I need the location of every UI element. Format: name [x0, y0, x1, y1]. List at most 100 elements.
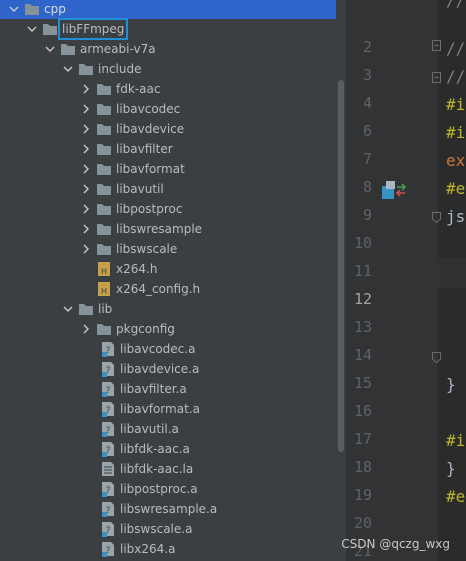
chevron-right-icon[interactable] — [80, 323, 92, 335]
header-file-icon: H — [96, 281, 112, 297]
chevron-down-icon[interactable] — [26, 23, 38, 35]
code-fragment: #i — [446, 431, 466, 450]
chevron-down-icon[interactable] — [8, 3, 20, 15]
tree-file-library[interactable]: ? libavutil.a — [0, 419, 336, 439]
tree-file-library[interactable]: ? libswscale.a — [0, 519, 336, 539]
tree-node-cpp[interactable]: cpp — [0, 0, 336, 19]
fold-marker-icon[interactable] — [432, 352, 441, 363]
unknown-file-icon: ? — [100, 381, 116, 397]
tree-file-library[interactable]: ? libswresample.a — [0, 499, 336, 519]
tree-node-include-dir[interactable]: libavformat — [0, 159, 336, 179]
tree-node-include-dir[interactable]: libswresample — [0, 219, 336, 239]
tree-node-include-dir[interactable]: libavutil — [0, 179, 336, 199]
unknown-file-icon: ? — [100, 541, 116, 557]
folder-icon — [96, 181, 112, 197]
tree-node-label: libswresample — [116, 222, 203, 236]
tree-node-include-dir[interactable]: libpostproc — [0, 199, 336, 219]
line-number: 10 — [353, 234, 372, 252]
line-number: 19 — [353, 486, 372, 504]
project-tree-panel: cpp libFFmpeg armeabi-v7a include fdk-aa… — [0, 0, 336, 561]
chevron-right-icon[interactable] — [80, 243, 92, 255]
tree-node-label: libavutil — [116, 182, 164, 196]
chevron-right-icon[interactable] — [80, 223, 92, 235]
tree-file-x264-h[interactable]: H x264.h — [0, 259, 336, 279]
line-number: 6 — [362, 122, 372, 140]
line-number: 3 — [362, 66, 372, 84]
folder-icon — [96, 321, 112, 337]
unknown-file-icon: ? — [100, 501, 116, 517]
chevron-right-icon[interactable] — [80, 83, 92, 95]
tree-file-x264-config-h[interactable]: H x264_config.h — [0, 279, 336, 299]
tree-node-label: libavdevice — [116, 122, 185, 136]
gutter-run-icon[interactable] — [380, 178, 407, 202]
tree-file-library[interactable]: ? libpostproc.a — [0, 479, 336, 499]
svg-text:H: H — [101, 267, 107, 276]
tree-node-label: libavcodec — [116, 102, 181, 116]
tree-node-include-dir[interactable]: libavdevice — [0, 119, 336, 139]
tree-node-include-dir[interactable]: fdk-aac — [0, 79, 336, 99]
fold-marker-icon[interactable] — [432, 72, 441, 83]
tree-node-label: libavformat.a — [120, 402, 200, 416]
line-number: 12 — [353, 290, 372, 308]
tree-node-armeabi[interactable]: armeabi-v7a — [0, 39, 336, 59]
folder-icon — [78, 61, 94, 77]
tree-file-library[interactable]: ? libavfilter.a — [0, 379, 336, 399]
folder-icon — [42, 21, 58, 37]
folder-icon — [96, 221, 112, 237]
tree-node-label: lib — [98, 302, 113, 316]
tree-node-pkgconfig[interactable]: pkgconfig — [0, 319, 336, 339]
tree-node-label: x264.h — [116, 262, 158, 276]
chevron-right-icon[interactable] — [80, 203, 92, 215]
tree-node-label: libavutil.a — [120, 422, 179, 436]
tree-node-lib[interactable]: lib — [0, 299, 336, 319]
chevron-right-icon[interactable] — [80, 183, 92, 195]
tree-node-label: cpp — [44, 2, 66, 16]
tree-node-label: libpostproc — [116, 202, 183, 216]
folder-icon — [96, 241, 112, 257]
code-fragment: } — [446, 375, 456, 394]
folder-icon — [96, 121, 112, 137]
line-number: 14 — [353, 346, 372, 364]
line-number: 11 — [353, 262, 372, 280]
tree-node-include-dir[interactable]: libavcodec — [0, 99, 336, 119]
folder-icon — [96, 161, 112, 177]
tree-node-include-dir[interactable]: libswscale — [0, 239, 336, 259]
tree-node-label: x264_config.h — [116, 282, 201, 296]
tree-node-libffmpeg[interactable]: libFFmpeg — [0, 18, 336, 40]
chevron-down-icon[interactable] — [62, 63, 74, 75]
chevron-down-icon[interactable] — [44, 43, 56, 55]
tree-node-label: armeabi-v7a — [80, 42, 156, 56]
tree-node-label: libswresample.a — [120, 502, 218, 516]
tree-file-library[interactable]: libfdk-aac.la — [0, 459, 336, 479]
tree-node-include[interactable]: include — [0, 59, 336, 79]
tree-file-library[interactable]: ? libavdevice.a — [0, 359, 336, 379]
code-fragment: // — [446, 39, 466, 58]
tree-scrollbar-thumb[interactable] — [338, 80, 344, 452]
tree-node-label: fdk-aac — [116, 82, 161, 96]
chevron-right-icon[interactable] — [80, 143, 92, 155]
code-fragment: js — [446, 207, 466, 226]
tree-file-library[interactable]: ? libx264.a — [0, 539, 336, 559]
line-number: 7 — [362, 150, 372, 168]
fold-marker-icon[interactable] — [432, 212, 441, 223]
code-fragment: ex — [446, 151, 466, 170]
tree-node-label: libfdk-aac.a — [120, 442, 190, 456]
svg-text:H: H — [101, 287, 107, 296]
chevron-right-icon[interactable] — [80, 163, 92, 175]
tree-node-label: libx264.a — [120, 542, 176, 556]
tree-file-library[interactable]: ? libavcodec.a — [0, 339, 336, 359]
tree-node-label: libavformat — [116, 162, 185, 176]
fold-marker-icon[interactable] — [432, 40, 441, 51]
tree-node-include-dir[interactable]: libavfilter — [0, 139, 336, 159]
chevron-down-icon[interactable] — [62, 303, 74, 315]
chevron-right-icon[interactable] — [80, 123, 92, 135]
tree-file-library[interactable]: ? libfdk-aac.a — [0, 439, 336, 459]
editor-gutter — [346, 0, 438, 561]
chevron-right-icon[interactable] — [80, 103, 92, 115]
code-fragment: #i — [446, 95, 466, 114]
tree-node-label: include — [98, 62, 142, 76]
tree-node-label: pkgconfig — [116, 322, 175, 336]
tree-node-label: libpostproc.a — [120, 482, 198, 496]
tree-file-library[interactable]: ? libavformat.a — [0, 399, 336, 419]
code-fragment: } — [446, 459, 456, 478]
